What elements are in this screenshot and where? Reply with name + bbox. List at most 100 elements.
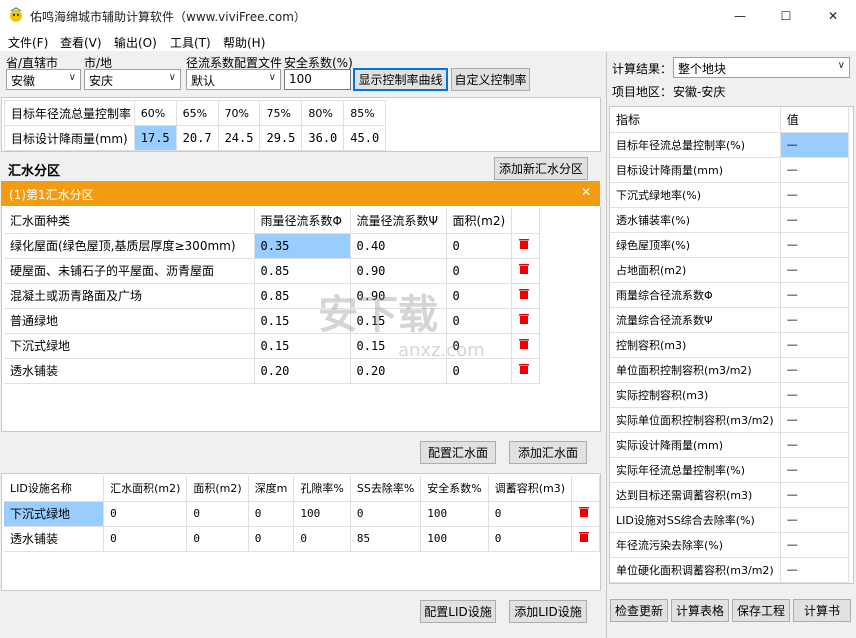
target-rain-cell[interactable]: 24.5 — [217, 125, 261, 151]
metric-value[interactable]: — — [780, 507, 849, 533]
check-update-button[interactable]: 检查更新 — [610, 599, 668, 622]
table-row[interactable]: 透水铺装率(%) — — [610, 207, 849, 233]
delete-icon[interactable] — [511, 308, 541, 334]
close-icon[interactable]: ✕ — [581, 185, 591, 199]
lid-cell[interactable]: 0 — [186, 526, 249, 552]
delete-icon[interactable] — [511, 258, 541, 284]
lid-cell[interactable]: 0 — [488, 501, 573, 527]
add-lid-button[interactable]: 添加LID设施 — [509, 600, 587, 623]
menu-output[interactable]: 输出(O) — [114, 34, 157, 51]
target-rate-cell[interactable]: 60% — [133, 100, 177, 126]
add-surface-button[interactable]: 添加汇水面 — [509, 441, 587, 464]
target-rain-cell[interactable]: 29.5 — [259, 125, 303, 151]
city-select[interactable]: 安庆 ∨ — [84, 69, 181, 90]
psi-cell[interactable]: 0.90 — [350, 258, 447, 284]
area-cell[interactable]: 0 — [446, 233, 513, 259]
menu-view[interactable]: 查看(V) — [60, 34, 102, 51]
target-rate-cell[interactable]: 85% — [343, 100, 387, 126]
lid-cell[interactable]: 100 — [293, 501, 351, 527]
table-row[interactable]: 目标设计降雨量(mm) — — [610, 157, 849, 183]
lid-cell[interactable]: 0 — [350, 501, 422, 527]
lid-cell[interactable]: 0 — [248, 501, 295, 527]
phi-cell[interactable]: 0.85 — [254, 258, 351, 284]
table-row[interactable]: 硬屋面、未铺石子的平屋面、沥青屋面 0.85 0.90 0 — [4, 258, 541, 284]
delete-icon[interactable] — [511, 233, 541, 259]
metric-value[interactable]: — — [780, 357, 849, 383]
zone-header[interactable]: (1)第1汇水分区 ✕ — [1, 181, 600, 206]
table-row[interactable]: 透水铺装 0 0 0 0 85 100 0 — [4, 526, 600, 552]
table-row[interactable]: 控制容积(m3) — — [610, 332, 849, 358]
lid-cell[interactable]: 0 — [103, 501, 188, 527]
table-row[interactable]: 下沉式绿地率(%) — — [610, 182, 849, 208]
metric-value[interactable]: — — [780, 332, 849, 358]
table-row[interactable]: 占地面积(m2) — — [610, 257, 849, 283]
metric-value[interactable]: — — [780, 457, 849, 483]
target-rain-cell[interactable]: 17.5 — [133, 125, 177, 151]
metric-value[interactable]: — — [780, 257, 849, 283]
config-lid-button[interactable]: 配置LID设施 — [420, 600, 496, 623]
psi-cell[interactable]: 0.20 — [350, 358, 447, 384]
menu-file[interactable]: 文件(F) — [8, 34, 48, 51]
lid-cell[interactable]: 100 — [420, 501, 489, 527]
calc-report-button[interactable]: 计算书 — [793, 599, 851, 622]
table-row[interactable]: 单位硬化面积调蓄容积(m3/m2) — — [610, 557, 849, 583]
target-rain-cell[interactable]: 36.0 — [301, 125, 345, 151]
table-row[interactable]: 绿化屋面(绿色屋顶,基质层厚度≥300mm) 0.35 0.40 0 — [4, 233, 541, 259]
lid-cell[interactable]: 0 — [186, 501, 249, 527]
metric-value[interactable]: — — [780, 207, 849, 233]
table-row[interactable]: 雨量综合径流系数Φ — — [610, 282, 849, 308]
table-row[interactable]: 单位面积控制容积(m3/m2) — — [610, 357, 849, 383]
minimize-button[interactable]: — — [717, 0, 763, 31]
metric-value[interactable]: — — [780, 532, 849, 558]
area-cell[interactable]: 0 — [446, 258, 513, 284]
province-select[interactable]: 安徽 ∨ — [6, 69, 81, 90]
safety-input[interactable]: 100 — [284, 69, 351, 90]
metric-value[interactable]: — — [780, 307, 849, 333]
table-row[interactable]: 达到目标还需调蓄容积(m3) — — [610, 482, 849, 508]
table-row[interactable]: 实际控制容积(m3) — — [610, 382, 849, 408]
target-rate-cell[interactable]: 65% — [175, 100, 219, 126]
delete-icon[interactable] — [511, 283, 541, 309]
table-row[interactable]: 实际设计降雨量(mm) — — [610, 432, 849, 458]
close-button[interactable]: ✕ — [810, 0, 856, 31]
menu-tools[interactable]: 工具(T) — [170, 34, 211, 51]
table-row[interactable]: LID设施对SS综合去除率(%) — — [610, 507, 849, 533]
maximize-button[interactable]: ☐ — [763, 0, 809, 31]
delete-icon[interactable] — [511, 358, 541, 384]
lid-name[interactable]: 透水铺装 — [4, 526, 105, 552]
lid-cell[interactable]: 0 — [293, 526, 351, 552]
table-row[interactable]: 下沉式绿地 0 0 0 100 0 100 0 — [4, 501, 600, 527]
config-select[interactable]: 默认 ∨ — [186, 69, 281, 90]
table-row[interactable]: 年径流污染去除率(%) — — [610, 532, 849, 558]
metric-value[interactable]: — — [780, 557, 849, 583]
add-zone-button[interactable]: 添加新汇水分区 — [494, 157, 588, 180]
target-rain-cell[interactable]: 45.0 — [343, 125, 387, 151]
metric-value[interactable]: — — [780, 482, 849, 508]
metric-value[interactable]: — — [780, 232, 849, 258]
config-surface-button[interactable]: 配置汇水面 — [420, 441, 496, 464]
phi-cell[interactable]: 0.35 — [254, 233, 351, 259]
target-rate-cell[interactable]: 80% — [301, 100, 345, 126]
target-rate-cell[interactable]: 70% — [217, 100, 261, 126]
metric-value[interactable]: — — [780, 157, 849, 183]
psi-cell[interactable]: 0.40 — [350, 233, 447, 259]
lid-cell[interactable]: 85 — [350, 526, 422, 552]
lid-cell[interactable]: 0 — [248, 526, 295, 552]
lid-cell[interactable]: 100 — [420, 526, 489, 552]
target-rate-cell[interactable]: 75% — [259, 100, 303, 126]
lid-cell[interactable]: 0 — [103, 526, 188, 552]
metric-value[interactable]: — — [780, 282, 849, 308]
metric-value[interactable]: — — [780, 382, 849, 408]
menu-help[interactable]: 帮助(H) — [223, 34, 265, 51]
area-cell[interactable]: 0 — [446, 358, 513, 384]
phi-cell[interactable]: 0.20 — [254, 358, 351, 384]
table-row[interactable]: 实际单位面积控制容积(m3/m2) — — [610, 407, 849, 433]
lid-name[interactable]: 下沉式绿地 — [4, 501, 105, 527]
result-select[interactable]: 整个地块 ∨ — [673, 57, 850, 78]
target-rain-cell[interactable]: 20.7 — [175, 125, 219, 151]
metric-value[interactable]: — — [780, 132, 849, 158]
delete-icon[interactable] — [571, 501, 600, 527]
delete-icon[interactable] — [571, 526, 600, 552]
metric-value[interactable]: — — [780, 182, 849, 208]
custom-rate-button[interactable]: 自定义控制率 — [451, 68, 530, 91]
